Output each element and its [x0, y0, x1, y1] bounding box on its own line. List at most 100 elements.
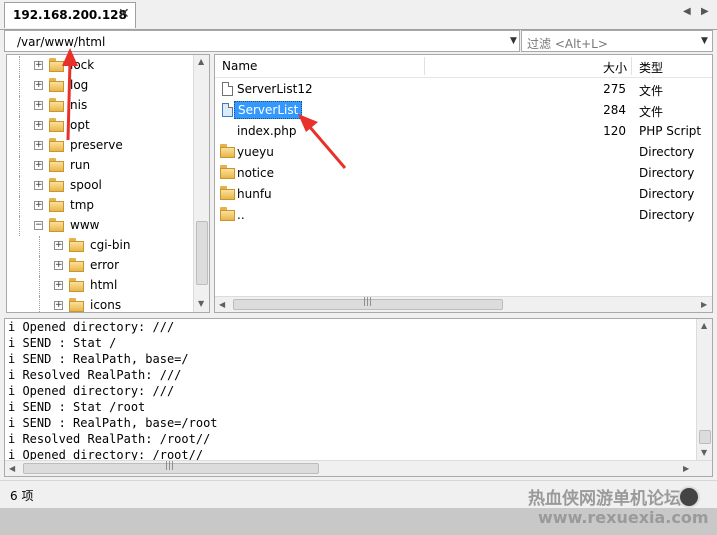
column-name[interactable]: Name — [222, 59, 257, 73]
tree-connector — [19, 56, 21, 76]
expand-icon[interactable]: + — [34, 161, 43, 170]
expand-icon[interactable]: + — [54, 281, 63, 290]
scroll-down-icon[interactable]: ▼ — [198, 299, 204, 308]
tree-item-lock[interactable]: + lock — [7, 56, 197, 76]
expand-icon[interactable]: + — [54, 241, 63, 250]
column-type[interactable]: 类型 — [639, 59, 663, 76]
directory-tree[interactable]: + lock + log + nis + opt + preserve + run + spool + tmp… — [6, 54, 210, 313]
file-name[interactable]: .. — [237, 208, 245, 222]
path-input[interactable]: /var/www/html ▼ — [4, 30, 520, 52]
scroll-right-icon[interactable]: ▶ — [683, 464, 689, 473]
file-type: PHP Script — [639, 124, 702, 138]
tree-item-spool[interactable]: + spool — [7, 176, 197, 196]
folder-icon — [69, 298, 84, 312]
file-row[interactable]: .. Directory — [215, 205, 712, 226]
chevron-down-icon[interactable]: ▼ — [510, 36, 517, 46]
file-name[interactable]: index.php — [237, 124, 296, 138]
tree-item-label: run — [70, 158, 91, 172]
tree-item-cgi-bin[interactable]: + cgi-bin — [7, 236, 197, 256]
folder-icon — [220, 186, 235, 200]
chevron-left-icon[interactable]: ◀ — [683, 6, 691, 17]
scroll-left-icon[interactable]: ◀ — [219, 300, 225, 309]
file-name[interactable]: ServerList12 — [237, 82, 313, 96]
chevron-down-icon[interactable]: ▼ — [701, 36, 708, 46]
expand-icon[interactable]: + — [34, 181, 43, 190]
column-divider[interactable] — [631, 57, 632, 75]
tree-item-label: icons — [90, 298, 122, 312]
filter-placeholder: 过滤 <Alt+L> — [527, 37, 608, 51]
log-line: i Resolved RealPath: /root// — [8, 432, 211, 446]
file-type: 文件 — [639, 84, 664, 98]
scroll-down-icon[interactable]: ▼ — [701, 448, 707, 457]
file-list-hscrollbar[interactable]: ◀ ||| ▶ — [215, 296, 712, 312]
file-row[interactable]: ServerList 284 文件 — [215, 100, 712, 121]
tree-item-log[interactable]: + log — [7, 76, 197, 96]
file-type: 文件 — [639, 105, 664, 119]
log-panel[interactable]: i Opened directory: /// i SEND : Stat / i … — [4, 318, 713, 477]
expand-icon[interactable]: + — [34, 61, 43, 70]
tree-item-tmp[interactable]: + tmp — [7, 196, 197, 216]
tree-item-preserve[interactable]: + preserve — [7, 136, 197, 156]
tree-item-error[interactable]: + error — [7, 256, 197, 276]
folder-icon — [49, 78, 64, 92]
tree-scroll-thumb[interactable] — [196, 221, 208, 285]
scroll-left-icon[interactable]: ◀ — [9, 464, 15, 473]
tree-item-opt[interactable]: + opt — [7, 116, 197, 136]
log-vscrollbar[interactable]: ▲ ▼ — [696, 319, 712, 460]
tree-connector — [39, 276, 41, 296]
file-row[interactable]: notice Directory — [215, 163, 712, 184]
folder-icon — [69, 238, 84, 252]
tree-item-nis[interactable]: + nis — [7, 96, 197, 116]
tree-connector — [19, 216, 21, 236]
column-size[interactable]: 大小 — [603, 59, 627, 76]
file-row[interactable]: ServerList12 275 文件 — [215, 79, 712, 100]
file-list[interactable]: Name 大小 类型 ServerList12 275 文件 ServerList 28… — [214, 54, 713, 313]
file-name[interactable]: hunfu — [237, 187, 272, 201]
chevron-right-icon[interactable]: ▶ — [701, 6, 709, 17]
tree-item-html[interactable]: + html — [7, 276, 197, 296]
item-count: 6 项 — [10, 489, 34, 503]
folder-icon — [49, 158, 64, 172]
collapse-icon[interactable]: − — [34, 221, 43, 230]
scroll-right-icon[interactable]: ▶ — [701, 300, 707, 309]
tree-scrollbar[interactable]: ▲ ▼ — [193, 55, 209, 312]
file-row[interactable]: hunfu Directory — [215, 184, 712, 205]
log-line: i Opened directory: /// — [8, 320, 175, 334]
log-line: i SEND : Stat /root — [8, 400, 146, 414]
expand-icon[interactable]: + — [54, 301, 63, 310]
log-hscrollbar[interactable]: ◀ ||| ▶ — [5, 460, 712, 476]
scroll-up-icon[interactable]: ▲ — [701, 321, 707, 330]
column-divider[interactable] — [424, 57, 425, 75]
tree-item-label: error — [90, 258, 120, 272]
file-name[interactable]: ServerList — [234, 101, 303, 119]
expand-icon[interactable]: + — [34, 141, 43, 150]
tree-item-run[interactable]: + run — [7, 156, 197, 176]
expand-icon[interactable]: + — [34, 101, 43, 110]
log-line: i SEND : Stat / — [8, 336, 117, 350]
grip-icon: ||| — [363, 297, 373, 307]
file-row[interactable]: index.php 120 PHP Script — [215, 121, 712, 142]
tab-session[interactable]: 192.168.200.128 ✕ — [4, 2, 136, 28]
expand-icon[interactable]: + — [54, 261, 63, 270]
tree-item-icons[interactable]: + icons — [7, 296, 197, 312]
expand-icon[interactable]: + — [34, 201, 43, 210]
tree-item-www[interactable]: − www — [7, 216, 197, 236]
expand-icon[interactable]: + — [34, 81, 43, 90]
log-scroll-thumb[interactable] — [699, 430, 711, 444]
filter-input[interactable]: 过滤 <Alt+L> ▼ — [521, 30, 713, 52]
tab-title: 192.168.200.128 — [13, 8, 127, 22]
folder-icon — [69, 258, 84, 272]
folder-icon — [220, 165, 235, 179]
expand-icon[interactable]: + — [34, 121, 43, 130]
tree-item-label: spool — [70, 178, 102, 192]
file-name[interactable]: notice — [237, 166, 274, 180]
scroll-up-icon[interactable]: ▲ — [198, 57, 204, 66]
tree-item-label: www — [70, 218, 100, 232]
file-list-header: Name 大小 类型 — [215, 55, 712, 78]
tree-connector — [19, 156, 21, 176]
file-row[interactable]: yueyu Directory — [215, 142, 712, 163]
file-name[interactable]: yueyu — [237, 145, 274, 159]
close-icon[interactable]: ✕ — [118, 6, 130, 22]
tree-item-label: nis — [70, 98, 88, 112]
log-line: i Resolved RealPath: /// — [8, 368, 182, 382]
